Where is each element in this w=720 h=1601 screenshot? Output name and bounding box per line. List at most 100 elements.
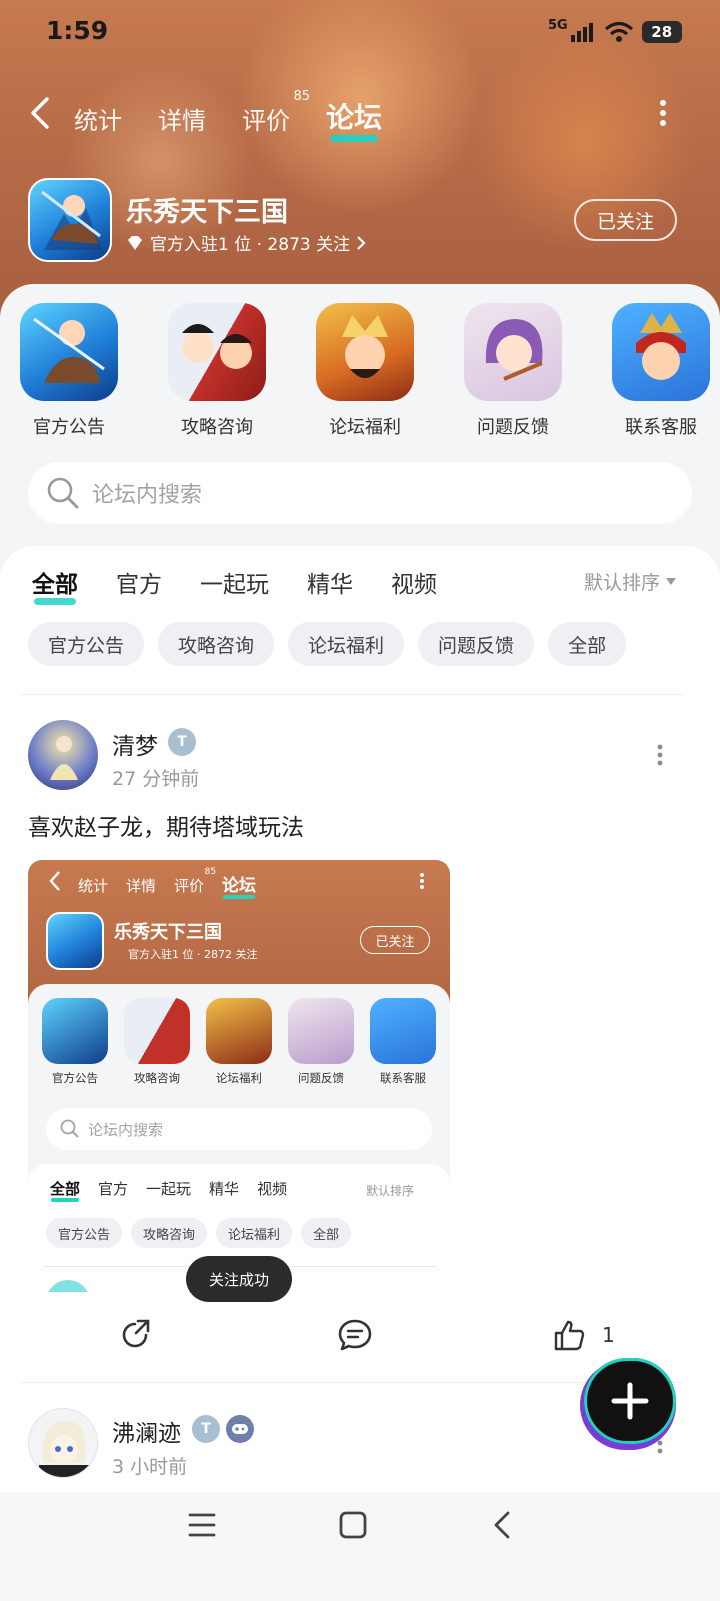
category-feedback[interactable]: 问题反馈: [464, 303, 562, 439]
image-categories: 官方公告 攻略咨询 论坛福利 问题反馈 联系客服: [42, 998, 436, 1086]
category-customer-service[interactable]: 联系客服: [612, 303, 710, 439]
category-welfare[interactable]: 论坛福利: [316, 303, 414, 439]
wifi-icon: [604, 21, 633, 42]
post-image[interactable]: 统计 详情 评价 85 论坛 乐秀天下三国 官方入驻1 位 · 2872 关注 已…: [28, 860, 450, 1292]
image-cat-icon: [42, 998, 108, 1064]
avatar[interactable]: [28, 720, 98, 790]
share-button[interactable]: [118, 1318, 152, 1352]
chip-welfare[interactable]: 论坛福利: [288, 622, 405, 666]
back-nav-button[interactable]: [492, 1510, 512, 1544]
feed-tabs: 全部 官方 一起玩 精华 视频: [32, 565, 475, 605]
avatar[interactable]: [28, 1408, 98, 1478]
image-chip: 官方公告: [46, 1218, 123, 1248]
like-count: 1: [602, 1323, 615, 1347]
back-button[interactable]: [28, 96, 58, 130]
image-tab: 评价 85: [174, 867, 216, 896]
more-vertical-icon: [420, 873, 424, 889]
status-time: 1:59: [46, 16, 109, 45]
image-tab-label: 评价: [174, 877, 205, 895]
category-label: 问题反馈: [477, 417, 549, 438]
comment-icon: [338, 1319, 372, 1351]
post-more-button[interactable]: [654, 744, 666, 770]
toast-message: 关注成功: [186, 1256, 292, 1302]
divider: [20, 694, 684, 695]
image-feed-tabs: 全部 官方 一起玩 精华 视频: [50, 1178, 305, 1202]
network-label: 5G: [548, 18, 568, 33]
status-icons: 5G 28: [548, 18, 682, 46]
follow-button-label: 已关注: [596, 210, 654, 233]
strategy-icon: [168, 303, 266, 401]
tab-forum[interactable]: 论坛: [326, 96, 382, 142]
home-nav-button[interactable]: [339, 1511, 367, 1543]
tab-details[interactable]: 详情: [158, 101, 206, 136]
forum-page: 1:59 5G 28 统计 详情 评价 85 论坛 乐秀天下三国 官方入驻1 位 …: [0, 0, 720, 1601]
comment-button[interactable]: [337, 1318, 373, 1352]
post-author[interactable]: 清梦: [112, 727, 158, 761]
app-icon: [28, 178, 112, 262]
post-text: 喜欢赵子龙，期待塔域玩法: [28, 815, 304, 841]
search-icon: [60, 1119, 79, 1138]
app-meta-text: 官方入驻1 位 · 2873 关注: [150, 235, 351, 255]
feed-tab-featured[interactable]: 精华: [307, 565, 353, 599]
category-row: 官方公告 攻略咨询 论坛福利 问题反馈 联系客服: [20, 303, 710, 439]
follow-button[interactable]: 已关注: [574, 199, 677, 241]
back-triangle-icon: [494, 1511, 510, 1539]
category-official-notice[interactable]: 官方公告: [20, 303, 118, 439]
category-label: 联系客服: [625, 417, 697, 438]
home-square-icon: [339, 1511, 367, 1539]
image-search: 论坛内搜索: [46, 1108, 432, 1150]
chip-strategy[interactable]: 攻略咨询: [158, 622, 275, 666]
image-cat-label: 联系客服: [380, 1071, 426, 1085]
official-notice-icon: [20, 303, 118, 401]
create-post-button[interactable]: [584, 1358, 676, 1444]
signal-icon: [570, 23, 593, 42]
app-meta-link[interactable]: 官方入驻1 位 · 2873 关注: [126, 230, 366, 255]
image-chip: 全部: [301, 1218, 352, 1248]
category-strategy[interactable]: 攻略咨询: [168, 303, 266, 439]
category-label: 官方公告: [33, 417, 105, 438]
tab-stats[interactable]: 统计: [74, 101, 122, 136]
more-menu-button[interactable]: [656, 98, 670, 128]
chip-feedback[interactable]: 问题反馈: [418, 622, 535, 666]
feed-tab-all[interactable]: 全部: [32, 565, 78, 605]
post-time: 3 小时前: [112, 1456, 188, 1478]
share-icon: [122, 1319, 150, 1348]
post-author[interactable]: 沸澜迹: [112, 1414, 181, 1448]
image-feed-tab: 视频: [257, 1180, 288, 1198]
like-button[interactable]: 1: [552, 1318, 615, 1352]
menu-icon: [188, 1513, 216, 1537]
more-vertical-icon: [660, 100, 666, 126]
search-icon: [47, 477, 79, 509]
top-tabs: 统计 详情 评价 85 论坛: [74, 86, 418, 142]
more-vertical-icon: [657, 744, 663, 766]
image-sort: 默认排序: [366, 1184, 415, 1198]
feedback-icon: [464, 303, 562, 401]
image-cat-label: 攻略咨询: [134, 1071, 180, 1085]
image-feed-tab: 全部: [50, 1180, 81, 1202]
image-cat-icon: [206, 998, 272, 1064]
image-follow: 已关注: [360, 926, 430, 954]
feed-tab-official[interactable]: 官方: [116, 565, 162, 599]
image-chip: 论坛福利: [216, 1218, 293, 1248]
cat-art: [182, 324, 252, 369]
category-label: 攻略咨询: [181, 417, 253, 438]
search-placeholder: 论坛内搜索: [92, 483, 203, 508]
image-cat-icon: [124, 998, 190, 1064]
image-cat-icon: [370, 998, 436, 1064]
tab-reviews[interactable]: 评价 85: [242, 89, 310, 136]
chip-all[interactable]: 全部: [548, 622, 627, 666]
search-input[interactable]: 论坛内搜索: [28, 462, 692, 524]
feed-tab-play-together[interactable]: 一起玩: [200, 565, 269, 599]
image-tab-badge: 85: [204, 867, 217, 877]
thumbs-up-icon: [554, 1320, 585, 1351]
filter-chips: 官方公告 攻略咨询 论坛福利 问题反馈 全部: [28, 622, 640, 666]
menu-nav-button[interactable]: [188, 1512, 216, 1542]
image-tab: 统计: [78, 877, 109, 895]
sort-label: 默认排序: [584, 572, 661, 594]
review-count-badge: 85: [293, 89, 310, 104]
chip-official-notice[interactable]: 官方公告: [28, 622, 145, 666]
cat-art: [33, 317, 105, 383]
category-label: 论坛福利: [329, 417, 401, 438]
feed-tab-video[interactable]: 视频: [391, 565, 437, 599]
sort-dropdown[interactable]: 默认排序: [584, 568, 677, 595]
